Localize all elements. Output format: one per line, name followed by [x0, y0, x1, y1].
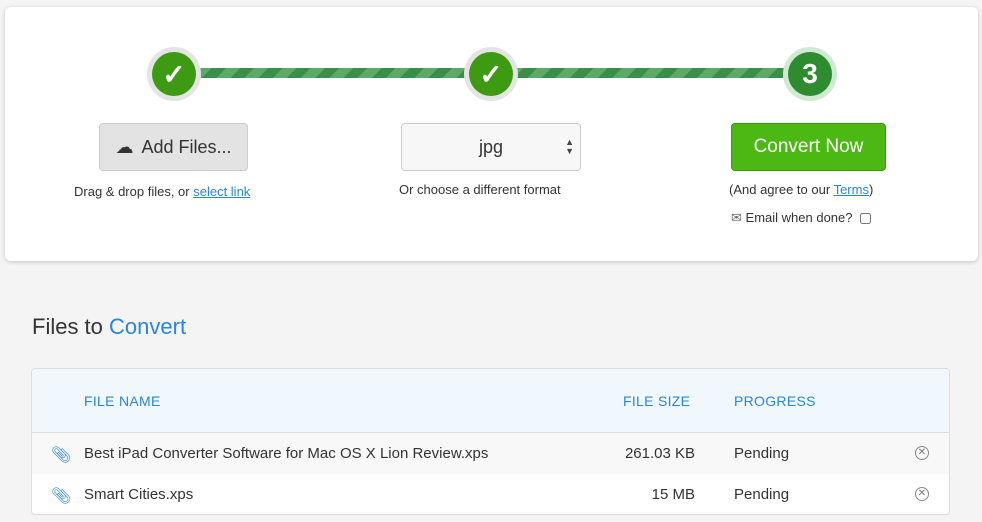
- format-hint: Or choose a different format: [399, 182, 561, 197]
- paperclip-icon: 📎︎: [51, 488, 72, 505]
- format-select[interactable]: jpg ▲ ▼: [401, 123, 581, 171]
- table-row: 📎︎ Best iPad Converter Software for Mac …: [32, 433, 949, 474]
- select-arrows-icon: ▲ ▼: [565, 137, 574, 156]
- paperclip-icon: 📎︎: [51, 447, 72, 464]
- section-title: Files to Convert: [32, 314, 187, 339]
- remove-file-icon[interactable]: ✕: [915, 446, 929, 460]
- terms-link[interactable]: Terms: [834, 182, 869, 197]
- drag-drop-hint: Drag & drop files, or select link: [74, 184, 251, 199]
- email-option: ✉ Email when done?: [731, 210, 872, 226]
- email-checkbox[interactable]: [860, 213, 872, 225]
- remove-file-icon[interactable]: ✕: [915, 487, 929, 501]
- header-file-name: FILE NAME: [84, 393, 161, 409]
- envelope-icon: ✉: [731, 210, 742, 225]
- step-3: 3: [783, 47, 837, 101]
- step-2: ✓: [464, 47, 518, 101]
- add-files-button[interactable]: ☁ Add Files...: [99, 123, 248, 171]
- cloud-upload-icon: ☁: [115, 136, 134, 157]
- select-link[interactable]: select link: [193, 184, 250, 199]
- check-icon: ✓: [469, 52, 513, 96]
- check-icon: ✓: [152, 52, 196, 96]
- convert-now-button[interactable]: Convert Now: [731, 123, 886, 171]
- header-progress: PROGRESS: [734, 393, 816, 409]
- table-header: FILE NAME FILE SIZE PROGRESS: [32, 369, 949, 433]
- table-row: 📎︎ Smart Cities.xps 15 MB Pending ✕: [32, 474, 949, 514]
- files-table: FILE NAME FILE SIZE PROGRESS 📎︎ Best iPa…: [31, 368, 950, 515]
- header-file-size: FILE SIZE: [623, 393, 691, 409]
- terms-note: (And agree to our Terms): [729, 182, 874, 197]
- step-1: ✓: [147, 47, 201, 101]
